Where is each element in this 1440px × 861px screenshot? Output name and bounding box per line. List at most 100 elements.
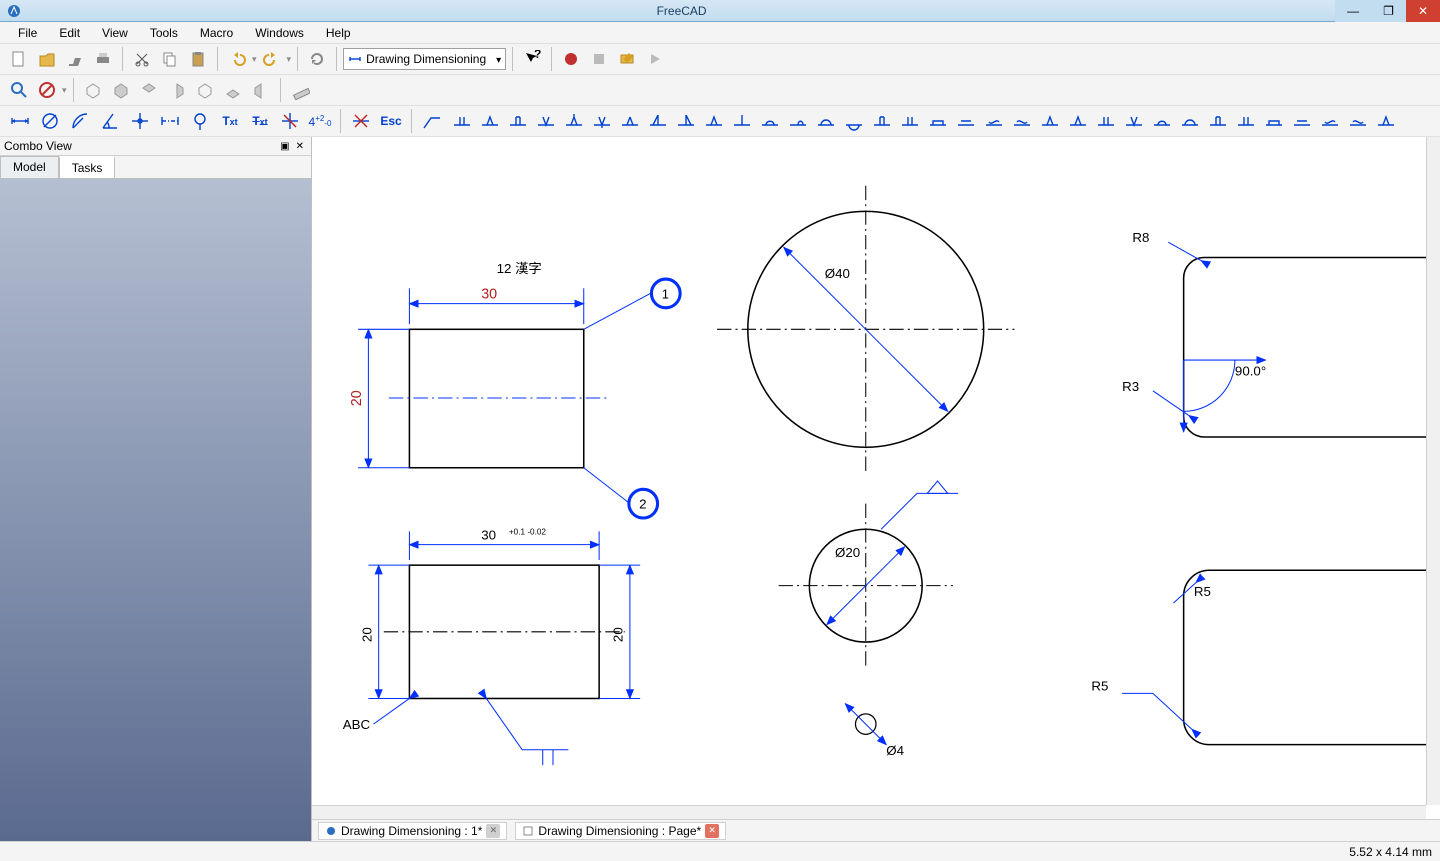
weld-symbol-18-icon[interactable] [924, 108, 952, 134]
weld-symbol-22-icon[interactable] [1036, 108, 1064, 134]
weld-leader-icon[interactable] [418, 108, 446, 134]
dim-escape-icon[interactable]: Esc [377, 108, 405, 134]
view-rear-button[interactable] [192, 77, 218, 103]
view-bottom-button[interactable] [220, 77, 246, 103]
dim-circle-icon[interactable] [36, 108, 64, 134]
macro-record-button[interactable] [558, 46, 584, 72]
weld-symbol-27-icon[interactable] [1176, 108, 1204, 134]
view-right-button[interactable] [164, 77, 190, 103]
titlebar: FreeCAD — ❐ ✕ [0, 0, 1440, 22]
paste-button[interactable] [185, 46, 211, 72]
macro-edit-button[interactable] [614, 46, 640, 72]
weld-symbol-24-icon[interactable] [1092, 108, 1120, 134]
tasks-body[interactable] [0, 179, 311, 841]
undo-dropdown[interactable]: ▾ [252, 54, 257, 65]
dim-radius-icon[interactable] [66, 108, 94, 134]
weld-symbol-3-icon[interactable] [504, 108, 532, 134]
menu-view[interactable]: View [92, 24, 138, 42]
weld-symbol-7-icon[interactable] [616, 108, 644, 134]
weld-symbol-31-icon[interactable] [1288, 108, 1316, 134]
cut-button[interactable] [129, 46, 155, 72]
workbench-selector[interactable]: Drawing Dimensioning [343, 48, 506, 70]
save-button[interactable] [62, 46, 88, 72]
open-button[interactable] [34, 46, 60, 72]
view-left-button[interactable] [248, 77, 274, 103]
tab-model[interactable]: Model [0, 156, 59, 178]
doctab-1-close-icon[interactable]: ✕ [486, 824, 500, 838]
weld-symbol-20-icon[interactable] [980, 108, 1008, 134]
weld-symbol-4-icon[interactable] [532, 108, 560, 134]
weld-symbol-5-icon[interactable] [560, 108, 588, 134]
dim-angle-icon[interactable] [96, 108, 124, 134]
weld-symbol-10-icon[interactable] [700, 108, 728, 134]
weld-symbol-19-icon[interactable] [952, 108, 980, 134]
weld-symbol-32-icon[interactable] [1316, 108, 1344, 134]
minimize-button[interactable]: — [1335, 0, 1371, 22]
menu-file[interactable]: File [8, 24, 47, 42]
weld-symbol-25-icon[interactable] [1120, 108, 1148, 134]
weld-symbol-21-icon[interactable] [1008, 108, 1036, 134]
weld-symbol-1-icon[interactable] [448, 108, 476, 134]
weld-symbol-17-icon[interactable] [896, 108, 924, 134]
scrollbar-horizontal[interactable] [312, 805, 1426, 819]
menu-windows[interactable]: Windows [245, 24, 314, 42]
weld-symbol-12-icon[interactable] [756, 108, 784, 134]
tab-tasks[interactable]: Tasks [59, 156, 116, 178]
menu-help[interactable]: Help [316, 24, 361, 42]
refresh-button[interactable] [304, 46, 330, 72]
weld-symbol-28-icon[interactable] [1204, 108, 1232, 134]
view-front-button[interactable] [108, 77, 134, 103]
dim-balloon-icon[interactable] [186, 108, 214, 134]
new-button[interactable] [6, 46, 32, 72]
undo-button[interactable] [224, 46, 250, 72]
dim-linear-icon[interactable] [6, 108, 34, 134]
menu-edit[interactable]: Edit [49, 24, 90, 42]
dim-centerline-icon[interactable] [156, 108, 184, 134]
macro-stop-button[interactable] [586, 46, 612, 72]
whatsthis-button[interactable]: ? [519, 46, 545, 72]
weld-symbol-23-icon[interactable] [1064, 108, 1092, 134]
drawing-viewport[interactable]: 12 漢字 30 20 1 [312, 137, 1440, 819]
close-button[interactable]: ✕ [1406, 0, 1440, 22]
doctab-2-close-icon[interactable]: ✕ [705, 824, 719, 838]
panel-close-icon[interactable]: ✕ [293, 141, 307, 152]
weld-symbol-29-icon[interactable] [1232, 108, 1260, 134]
redo-dropdown[interactable]: ▾ [287, 54, 292, 65]
scrollbar-vertical[interactable] [1426, 137, 1440, 805]
weld-symbol-26-icon[interactable] [1148, 108, 1176, 134]
doctab-2[interactable]: Drawing Dimensioning : Page* ✕ [515, 822, 726, 840]
dim-center-icon[interactable] [126, 108, 154, 134]
redo-button[interactable] [259, 46, 285, 72]
weld-symbol-34-icon[interactable] [1372, 108, 1400, 134]
print-button[interactable] [90, 46, 116, 72]
menu-tools[interactable]: Tools [140, 24, 188, 42]
weld-symbol-33-icon[interactable] [1344, 108, 1372, 134]
style-dropdown[interactable]: ▾ [62, 85, 67, 96]
dim-tolerance-icon[interactable] [276, 108, 304, 134]
view-iso-button[interactable] [80, 77, 106, 103]
dim-text-icon[interactable]: Txt [216, 108, 244, 134]
weld-symbol-30-icon[interactable] [1260, 108, 1288, 134]
weld-symbol-15-icon[interactable] [840, 108, 868, 134]
menu-macro[interactable]: Macro [190, 24, 243, 42]
weld-symbol-8-icon[interactable] [644, 108, 672, 134]
weld-symbol-14-icon[interactable] [812, 108, 840, 134]
measure-button[interactable] [287, 77, 313, 103]
dim-tol4-icon[interactable]: 4+2-0 [306, 108, 334, 134]
dim-delete-icon[interactable] [347, 108, 375, 134]
macro-run-button[interactable] [642, 46, 668, 72]
weld-symbol-2-icon[interactable] [476, 108, 504, 134]
weld-symbol-16-icon[interactable] [868, 108, 896, 134]
weld-symbol-13-icon[interactable] [784, 108, 812, 134]
copy-button[interactable] [157, 46, 183, 72]
doctab-1[interactable]: Drawing Dimensioning : 1* ✕ [318, 822, 507, 840]
maximize-button[interactable]: ❐ [1371, 0, 1406, 22]
weld-symbol-11-icon[interactable] [728, 108, 756, 134]
weld-symbol-6-icon[interactable] [588, 108, 616, 134]
style-button[interactable] [34, 77, 60, 103]
dim-edittext-icon[interactable]: Txt [246, 108, 274, 134]
view-top-button[interactable] [136, 77, 162, 103]
panel-float-icon[interactable]: ▣ [277, 141, 292, 152]
weld-symbol-9-icon[interactable] [672, 108, 700, 134]
zoomfit-button[interactable] [6, 77, 32, 103]
